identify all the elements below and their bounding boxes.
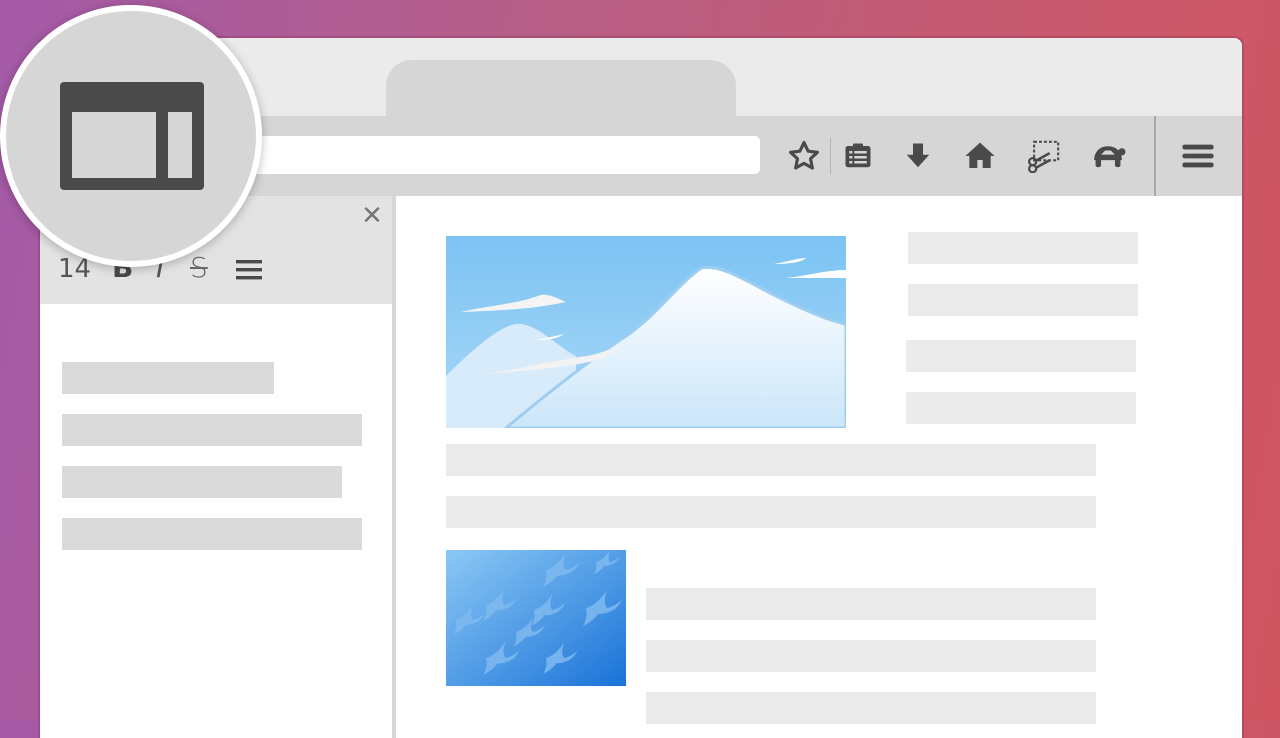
toolbar-separator [830, 138, 831, 174]
strikethrough-button[interactable]: S [190, 251, 208, 284]
active-tab[interactable] [386, 60, 736, 120]
toolbar-separator [1154, 116, 1156, 196]
close-icon[interactable]: ✕ [358, 201, 386, 231]
home-icon[interactable] [960, 136, 1000, 176]
placeholder-line [646, 692, 1096, 724]
placeholder-line [646, 640, 1096, 672]
hamburger-menu-icon[interactable] [1178, 136, 1218, 176]
page-content [396, 196, 1242, 738]
placeholder-line [908, 232, 1138, 264]
url-bar[interactable] [220, 136, 760, 174]
screenshot-scissors-icon[interactable] [1024, 136, 1064, 176]
placeholder-line [906, 340, 1136, 372]
list-icon[interactable] [236, 258, 264, 286]
sidebar-panel: ✕ 14 B I S [40, 196, 396, 738]
placeholder-line [646, 588, 1096, 620]
placeholder-line [62, 414, 362, 446]
placeholder-line [62, 466, 342, 498]
sidebar-layout-icon [60, 82, 204, 190]
placeholder-line [62, 518, 362, 550]
placeholder-line [908, 284, 1138, 316]
reader-list-icon[interactable] [838, 136, 878, 176]
birds-image [446, 550, 626, 686]
placeholder-line [446, 444, 1096, 476]
sidebar-feature-badge [0, 5, 262, 267]
download-icon[interactable] [898, 136, 938, 176]
turtle-icon[interactable] [1088, 136, 1128, 176]
placeholder-line [906, 392, 1136, 424]
close-glyph: ✕ [361, 201, 383, 231]
bookmark-star-icon[interactable] [784, 136, 824, 176]
mountain-image [446, 236, 846, 428]
placeholder-line [446, 496, 1096, 528]
placeholder-line [62, 362, 274, 394]
